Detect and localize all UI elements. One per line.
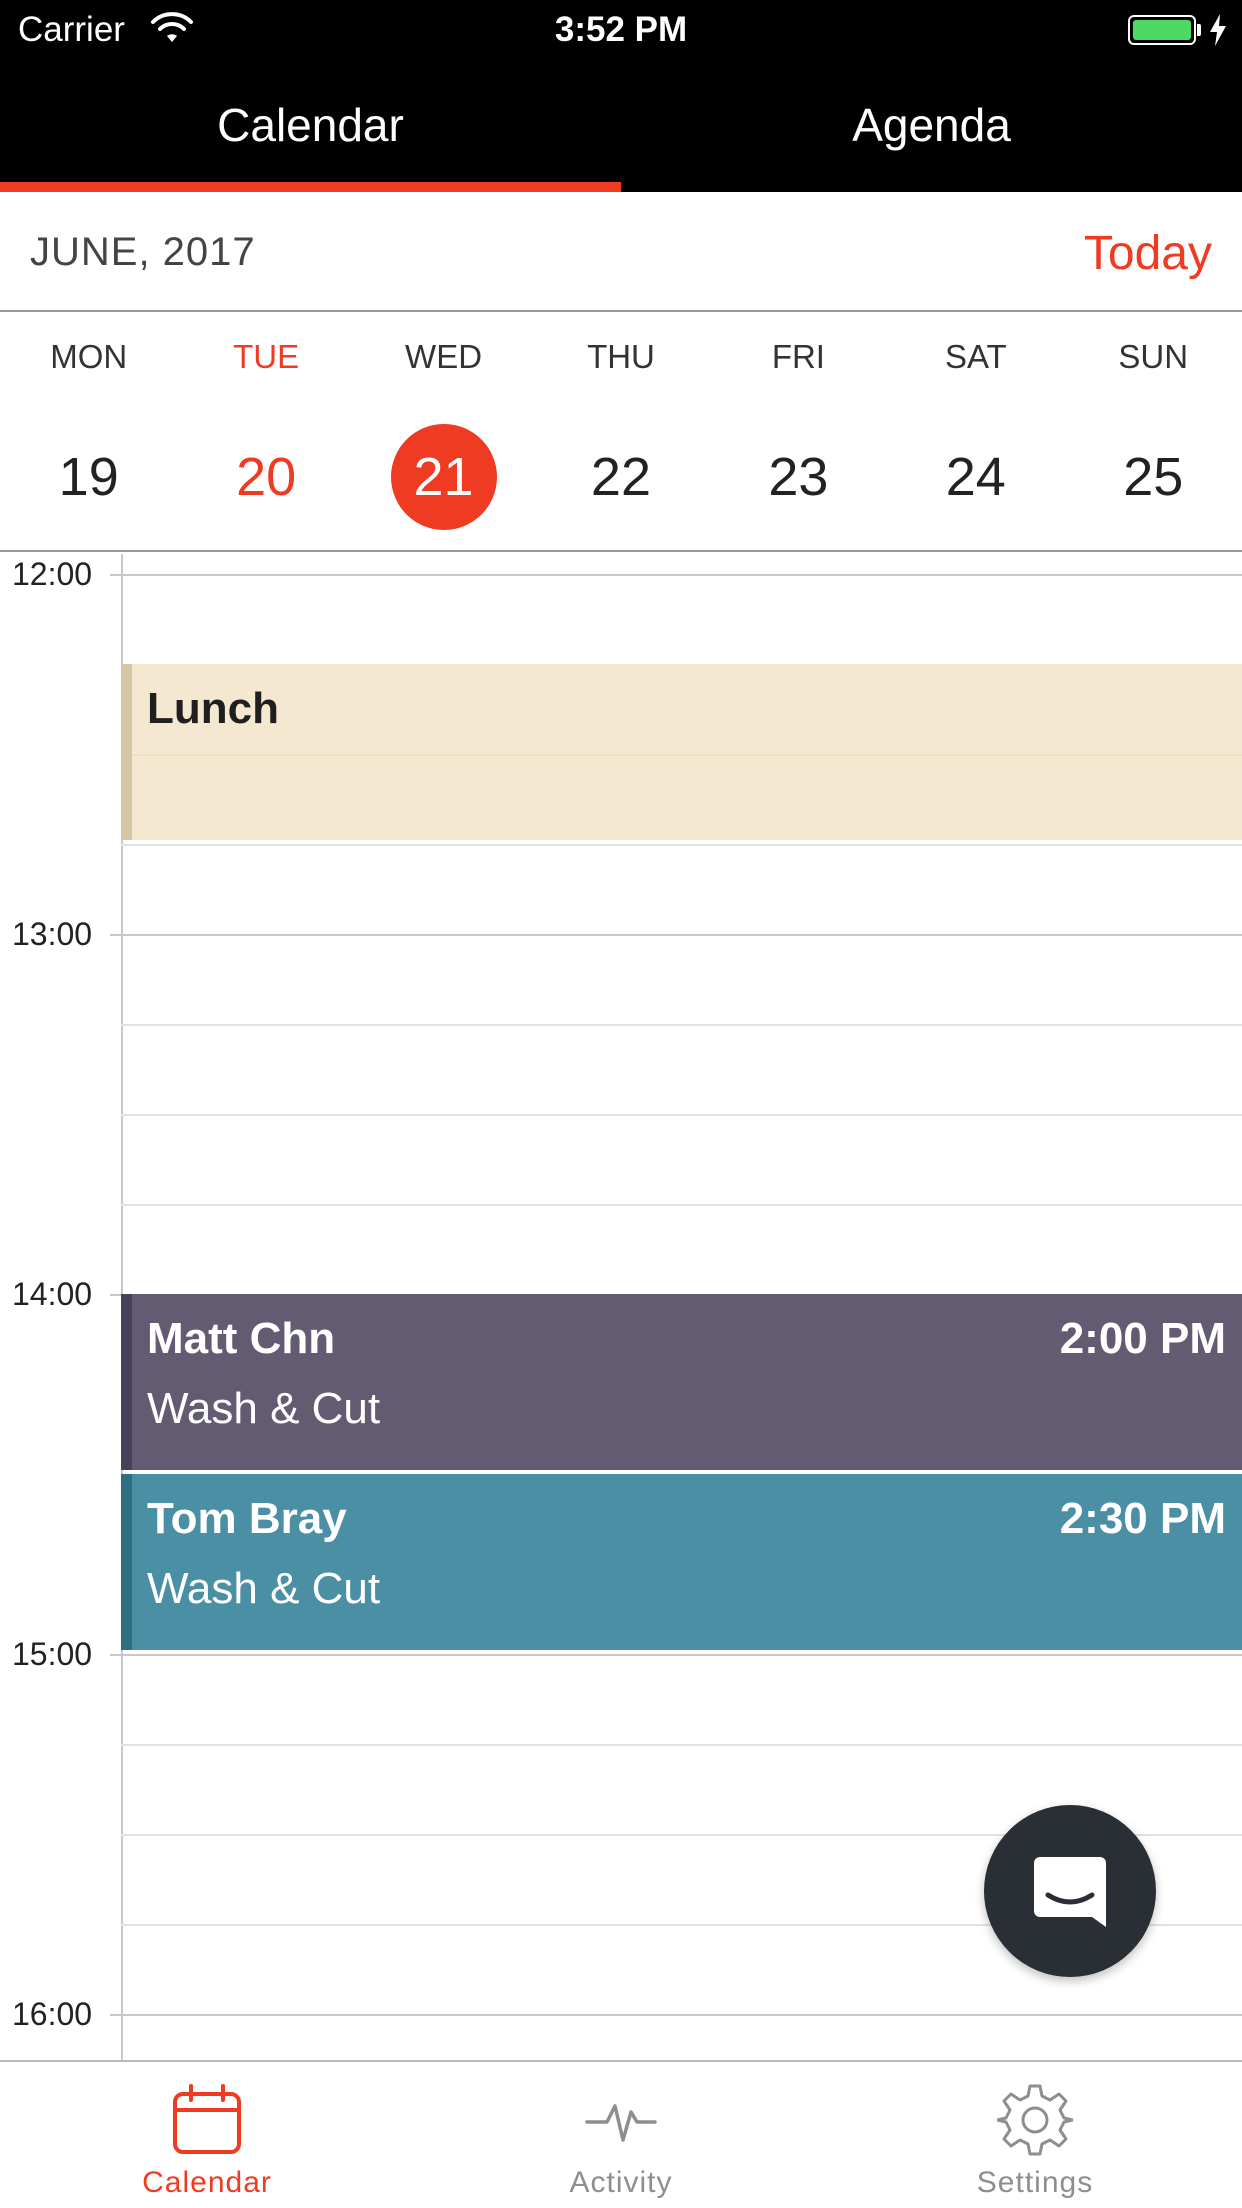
quarter-line xyxy=(132,754,1242,756)
day-tue[interactable]: TUE 20 xyxy=(177,314,354,550)
bottom-tab-label: Settings xyxy=(976,2166,1094,2199)
event-service: Wash & Cut xyxy=(147,1384,381,1433)
day-name: THU xyxy=(587,338,655,375)
event-matt-chn[interactable]: Matt Chn 2:00 PM Wash & Cut xyxy=(121,1294,1242,1470)
status-bar: Carrier 3:52 PM xyxy=(0,0,1242,62)
day-name: TUE xyxy=(233,338,300,375)
calendar-icon xyxy=(173,2084,241,2154)
month-header: JUNE, 2017 Today xyxy=(0,192,1242,312)
hour-tick xyxy=(110,2014,122,2016)
selected-day-number: 21 xyxy=(390,424,497,530)
status-time: 3:52 PM xyxy=(554,10,688,49)
day-name: SUN xyxy=(1118,338,1189,375)
hour-label: 13:00 xyxy=(12,916,93,952)
hour-label: 12:00 xyxy=(12,556,93,592)
month-label: JUNE, 2017 xyxy=(30,230,256,274)
day-number: 24 xyxy=(945,447,1006,507)
day-wed[interactable]: WED 21 xyxy=(355,314,532,550)
day-number: 20 xyxy=(236,447,297,507)
quarter-line xyxy=(121,1024,1242,1026)
day-name: SAT xyxy=(944,338,1007,375)
tab-calendar[interactable]: Calendar xyxy=(0,62,621,192)
day-number: 23 xyxy=(768,447,829,507)
day-thu[interactable]: THU 22 xyxy=(532,314,709,550)
event-color-bar xyxy=(121,1474,132,1650)
hour-label: 15:00 xyxy=(12,1636,93,1672)
active-tab-indicator xyxy=(0,182,621,192)
quarter-line xyxy=(121,1744,1242,1746)
tab-indicator xyxy=(621,182,1242,192)
event-service: Wash & Cut xyxy=(147,1564,381,1613)
event-tom-bray[interactable]: Tom Bray 2:30 PM Wash & Cut xyxy=(121,1474,1242,1650)
tab-agenda-label: Agenda xyxy=(852,99,1011,151)
event-lunch[interactable]: Lunch xyxy=(121,664,1242,840)
chat-button[interactable] xyxy=(984,1805,1156,1977)
battery-tip xyxy=(1197,24,1201,36)
hour-line xyxy=(121,1654,1242,1656)
hour-tick xyxy=(110,934,122,936)
day-sat[interactable]: SAT 24 xyxy=(887,314,1064,550)
day-name: MON xyxy=(50,338,128,375)
day-number: 22 xyxy=(590,447,651,507)
bottom-tab-label: Calendar xyxy=(142,2166,272,2199)
gear-icon xyxy=(997,2084,1073,2156)
event-color-bar xyxy=(121,664,132,840)
hour-tick xyxy=(110,1654,122,1656)
quarter-line xyxy=(121,844,1242,846)
bottom-tab-label: Activity xyxy=(569,2166,673,2199)
hour-label: 14:00 xyxy=(12,1276,93,1312)
event-time: 2:00 PM xyxy=(1059,1314,1226,1363)
hour-tick xyxy=(110,574,122,576)
event-color-bar xyxy=(121,1294,132,1470)
tab-calendar-label: Calendar xyxy=(217,99,404,151)
today-button[interactable]: Today xyxy=(1084,226,1212,281)
week-strip: MON 19 TUE 20 WED 21 THU 22 FRI 23 SAT 2… xyxy=(0,314,1242,552)
chat-icon xyxy=(1034,1857,1106,1927)
day-sun[interactable]: SUN 25 xyxy=(1065,314,1242,550)
day-fri[interactable]: FRI 23 xyxy=(710,314,887,550)
day-mon[interactable]: MON 19 xyxy=(0,314,177,550)
bottom-tab-calendar[interactable]: Calendar xyxy=(0,2062,414,2208)
bottom-tab-bar: Calendar Activity Settings xyxy=(0,2060,1242,2208)
day-name: FRI xyxy=(771,338,825,375)
quarter-line xyxy=(121,1114,1242,1116)
bottom-tab-settings[interactable]: Settings xyxy=(828,2062,1242,2208)
view-tabs: Calendar Agenda xyxy=(0,62,1242,192)
day-number: 25 xyxy=(1123,447,1184,507)
event-client-name: Tom Bray xyxy=(147,1494,347,1543)
event-title: Lunch xyxy=(147,684,279,733)
charging-bolt-icon xyxy=(1210,14,1226,46)
top-bar: Carrier 3:52 PM Calendar Agenda xyxy=(0,0,1242,192)
activity-pulse-icon xyxy=(585,2104,657,2142)
day-name: WED xyxy=(405,338,483,375)
hour-label: 16:00 xyxy=(12,1996,93,2032)
tab-agenda[interactable]: Agenda xyxy=(621,62,1242,192)
battery-icon xyxy=(1128,15,1196,45)
day-number: 19 xyxy=(58,447,119,507)
event-client-name: Matt Chn xyxy=(147,1314,336,1363)
quarter-line xyxy=(121,1204,1242,1206)
hour-line xyxy=(121,2014,1242,2016)
hour-line xyxy=(121,574,1242,576)
event-time: 2:30 PM xyxy=(1059,1494,1226,1543)
bottom-tab-activity[interactable]: Activity xyxy=(414,2062,828,2208)
hour-line xyxy=(121,934,1242,936)
